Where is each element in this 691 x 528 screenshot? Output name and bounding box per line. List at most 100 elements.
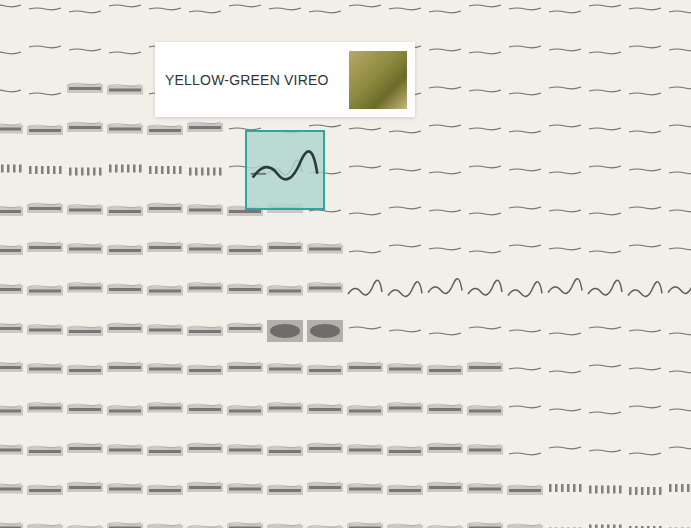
spectrogram-cell[interactable]: [665, 70, 691, 110]
spectrogram-cell[interactable]: [465, 430, 505, 470]
spectrogram-cell[interactable]: [25, 190, 65, 230]
spectrogram-cell[interactable]: [145, 350, 185, 390]
spectrogram-cell[interactable]: [345, 470, 385, 510]
spectrogram-cell[interactable]: [305, 310, 345, 350]
spectrogram-cell[interactable]: [185, 350, 225, 390]
spectrogram-cell[interactable]: [105, 190, 145, 230]
spectrogram-cell[interactable]: [25, 390, 65, 430]
spectrogram-cell[interactable]: [25, 230, 65, 270]
spectrogram-cell[interactable]: [545, 30, 585, 70]
spectrogram-cell[interactable]: [265, 510, 305, 528]
spectrogram-cell[interactable]: [265, 310, 305, 350]
spectrogram-cell[interactable]: [425, 430, 465, 470]
spectrogram-cell[interactable]: [105, 470, 145, 510]
spectrogram-cell[interactable]: [385, 350, 425, 390]
spectrogram-cell[interactable]: [0, 190, 25, 230]
spectrogram-cell[interactable]: [385, 430, 425, 470]
spectrogram-cell[interactable]: [625, 30, 665, 70]
spectrogram-cell[interactable]: [665, 470, 691, 510]
spectrogram-cell[interactable]: [305, 0, 345, 30]
spectrogram-cell[interactable]: [665, 190, 691, 230]
spectrogram-cell[interactable]: [265, 150, 305, 190]
spectrogram-cell[interactable]: [265, 470, 305, 510]
spectrogram-cell[interactable]: [585, 510, 625, 528]
spectrogram-cell[interactable]: [385, 310, 425, 350]
spectrogram-cell[interactable]: [385, 270, 425, 310]
spectrogram-cell[interactable]: [225, 350, 265, 390]
spectrogram-cell[interactable]: [585, 0, 625, 30]
spectrogram-cell[interactable]: [265, 390, 305, 430]
spectrogram-cell[interactable]: [665, 150, 691, 190]
spectrogram-cell[interactable]: [465, 270, 505, 310]
spectrogram-cell[interactable]: [25, 0, 65, 30]
spectrogram-cell[interactable]: [0, 270, 25, 310]
spectrogram-cell[interactable]: [305, 270, 345, 310]
spectrogram-cell[interactable]: [625, 70, 665, 110]
spectrogram-cell[interactable]: [585, 430, 625, 470]
spectrogram-cell[interactable]: [545, 150, 585, 190]
spectrogram-cell[interactable]: [65, 0, 105, 30]
spectrogram-cell[interactable]: [65, 70, 105, 110]
spectrogram-cell[interactable]: [505, 470, 545, 510]
spectrogram-cell[interactable]: [105, 0, 145, 30]
spectrogram-cell[interactable]: [105, 30, 145, 70]
spectrogram-cell[interactable]: [465, 510, 505, 528]
spectrogram-cell[interactable]: [345, 310, 385, 350]
spectrogram-cell[interactable]: [25, 430, 65, 470]
spectrogram-cell[interactable]: [305, 350, 345, 390]
spectrogram-cell[interactable]: [105, 510, 145, 528]
spectrogram-cell[interactable]: [0, 0, 25, 30]
spectrogram-cell[interactable]: [545, 70, 585, 110]
spectrogram-cell[interactable]: [425, 0, 465, 30]
spectrogram-cell[interactable]: [65, 30, 105, 70]
spectrogram-cell[interactable]: [145, 310, 185, 350]
spectrogram-cell[interactable]: [185, 310, 225, 350]
spectrogram-cell[interactable]: [105, 150, 145, 190]
spectrogram-cell[interactable]: [465, 470, 505, 510]
spectrogram-cell[interactable]: [185, 150, 225, 190]
spectrogram-cell[interactable]: [145, 230, 185, 270]
spectrogram-cell[interactable]: [225, 230, 265, 270]
spectrogram-cell[interactable]: [625, 390, 665, 430]
spectrogram-cell[interactable]: [665, 0, 691, 30]
spectrogram-cell[interactable]: [625, 110, 665, 150]
spectrogram-cell[interactable]: [505, 70, 545, 110]
spectrogram-cell[interactable]: [0, 230, 25, 270]
spectrogram-cell[interactable]: [465, 350, 505, 390]
spectrogram-cell[interactable]: [105, 110, 145, 150]
spectrogram-cell[interactable]: [65, 350, 105, 390]
spectrogram-cell[interactable]: [185, 430, 225, 470]
spectrogram-cell[interactable]: [25, 270, 65, 310]
spectrogram-cell[interactable]: [105, 350, 145, 390]
spectrogram-cell[interactable]: [265, 350, 305, 390]
spectrogram-cell[interactable]: [545, 270, 585, 310]
spectrogram-cell[interactable]: [585, 150, 625, 190]
spectrogram-cell[interactable]: [105, 430, 145, 470]
spectrogram-cell[interactable]: [185, 470, 225, 510]
spectrogram-cell[interactable]: [665, 270, 691, 310]
spectrogram-cell[interactable]: [425, 510, 465, 528]
spectrogram-cell[interactable]: [225, 310, 265, 350]
spectrogram-cell[interactable]: [265, 230, 305, 270]
spectrogram-cell[interactable]: [305, 510, 345, 528]
spectrogram-cell[interactable]: [425, 270, 465, 310]
spectrogram-cell[interactable]: [545, 190, 585, 230]
spectrogram-cell[interactable]: [465, 0, 505, 30]
spectrogram-cell[interactable]: [465, 70, 505, 110]
spectrogram-cell[interactable]: [305, 430, 345, 470]
spectrogram-cell[interactable]: [0, 150, 25, 190]
spectrogram-cell[interactable]: [225, 430, 265, 470]
spectrogram-cell[interactable]: [345, 350, 385, 390]
spectrogram-cell[interactable]: [345, 270, 385, 310]
spectrogram-cell[interactable]: [505, 0, 545, 30]
spectrogram-cell[interactable]: [0, 430, 25, 470]
spectrogram-cell[interactable]: [585, 190, 625, 230]
spectrogram-cell[interactable]: [505, 190, 545, 230]
spectrogram-cell[interactable]: [185, 230, 225, 270]
spectrogram-cell[interactable]: [625, 270, 665, 310]
spectrogram-cell[interactable]: [145, 470, 185, 510]
spectrogram-cell[interactable]: [145, 390, 185, 430]
spectrogram-cell[interactable]: [385, 470, 425, 510]
spectrogram-cell[interactable]: [65, 190, 105, 230]
spectrogram-cell[interactable]: [25, 470, 65, 510]
